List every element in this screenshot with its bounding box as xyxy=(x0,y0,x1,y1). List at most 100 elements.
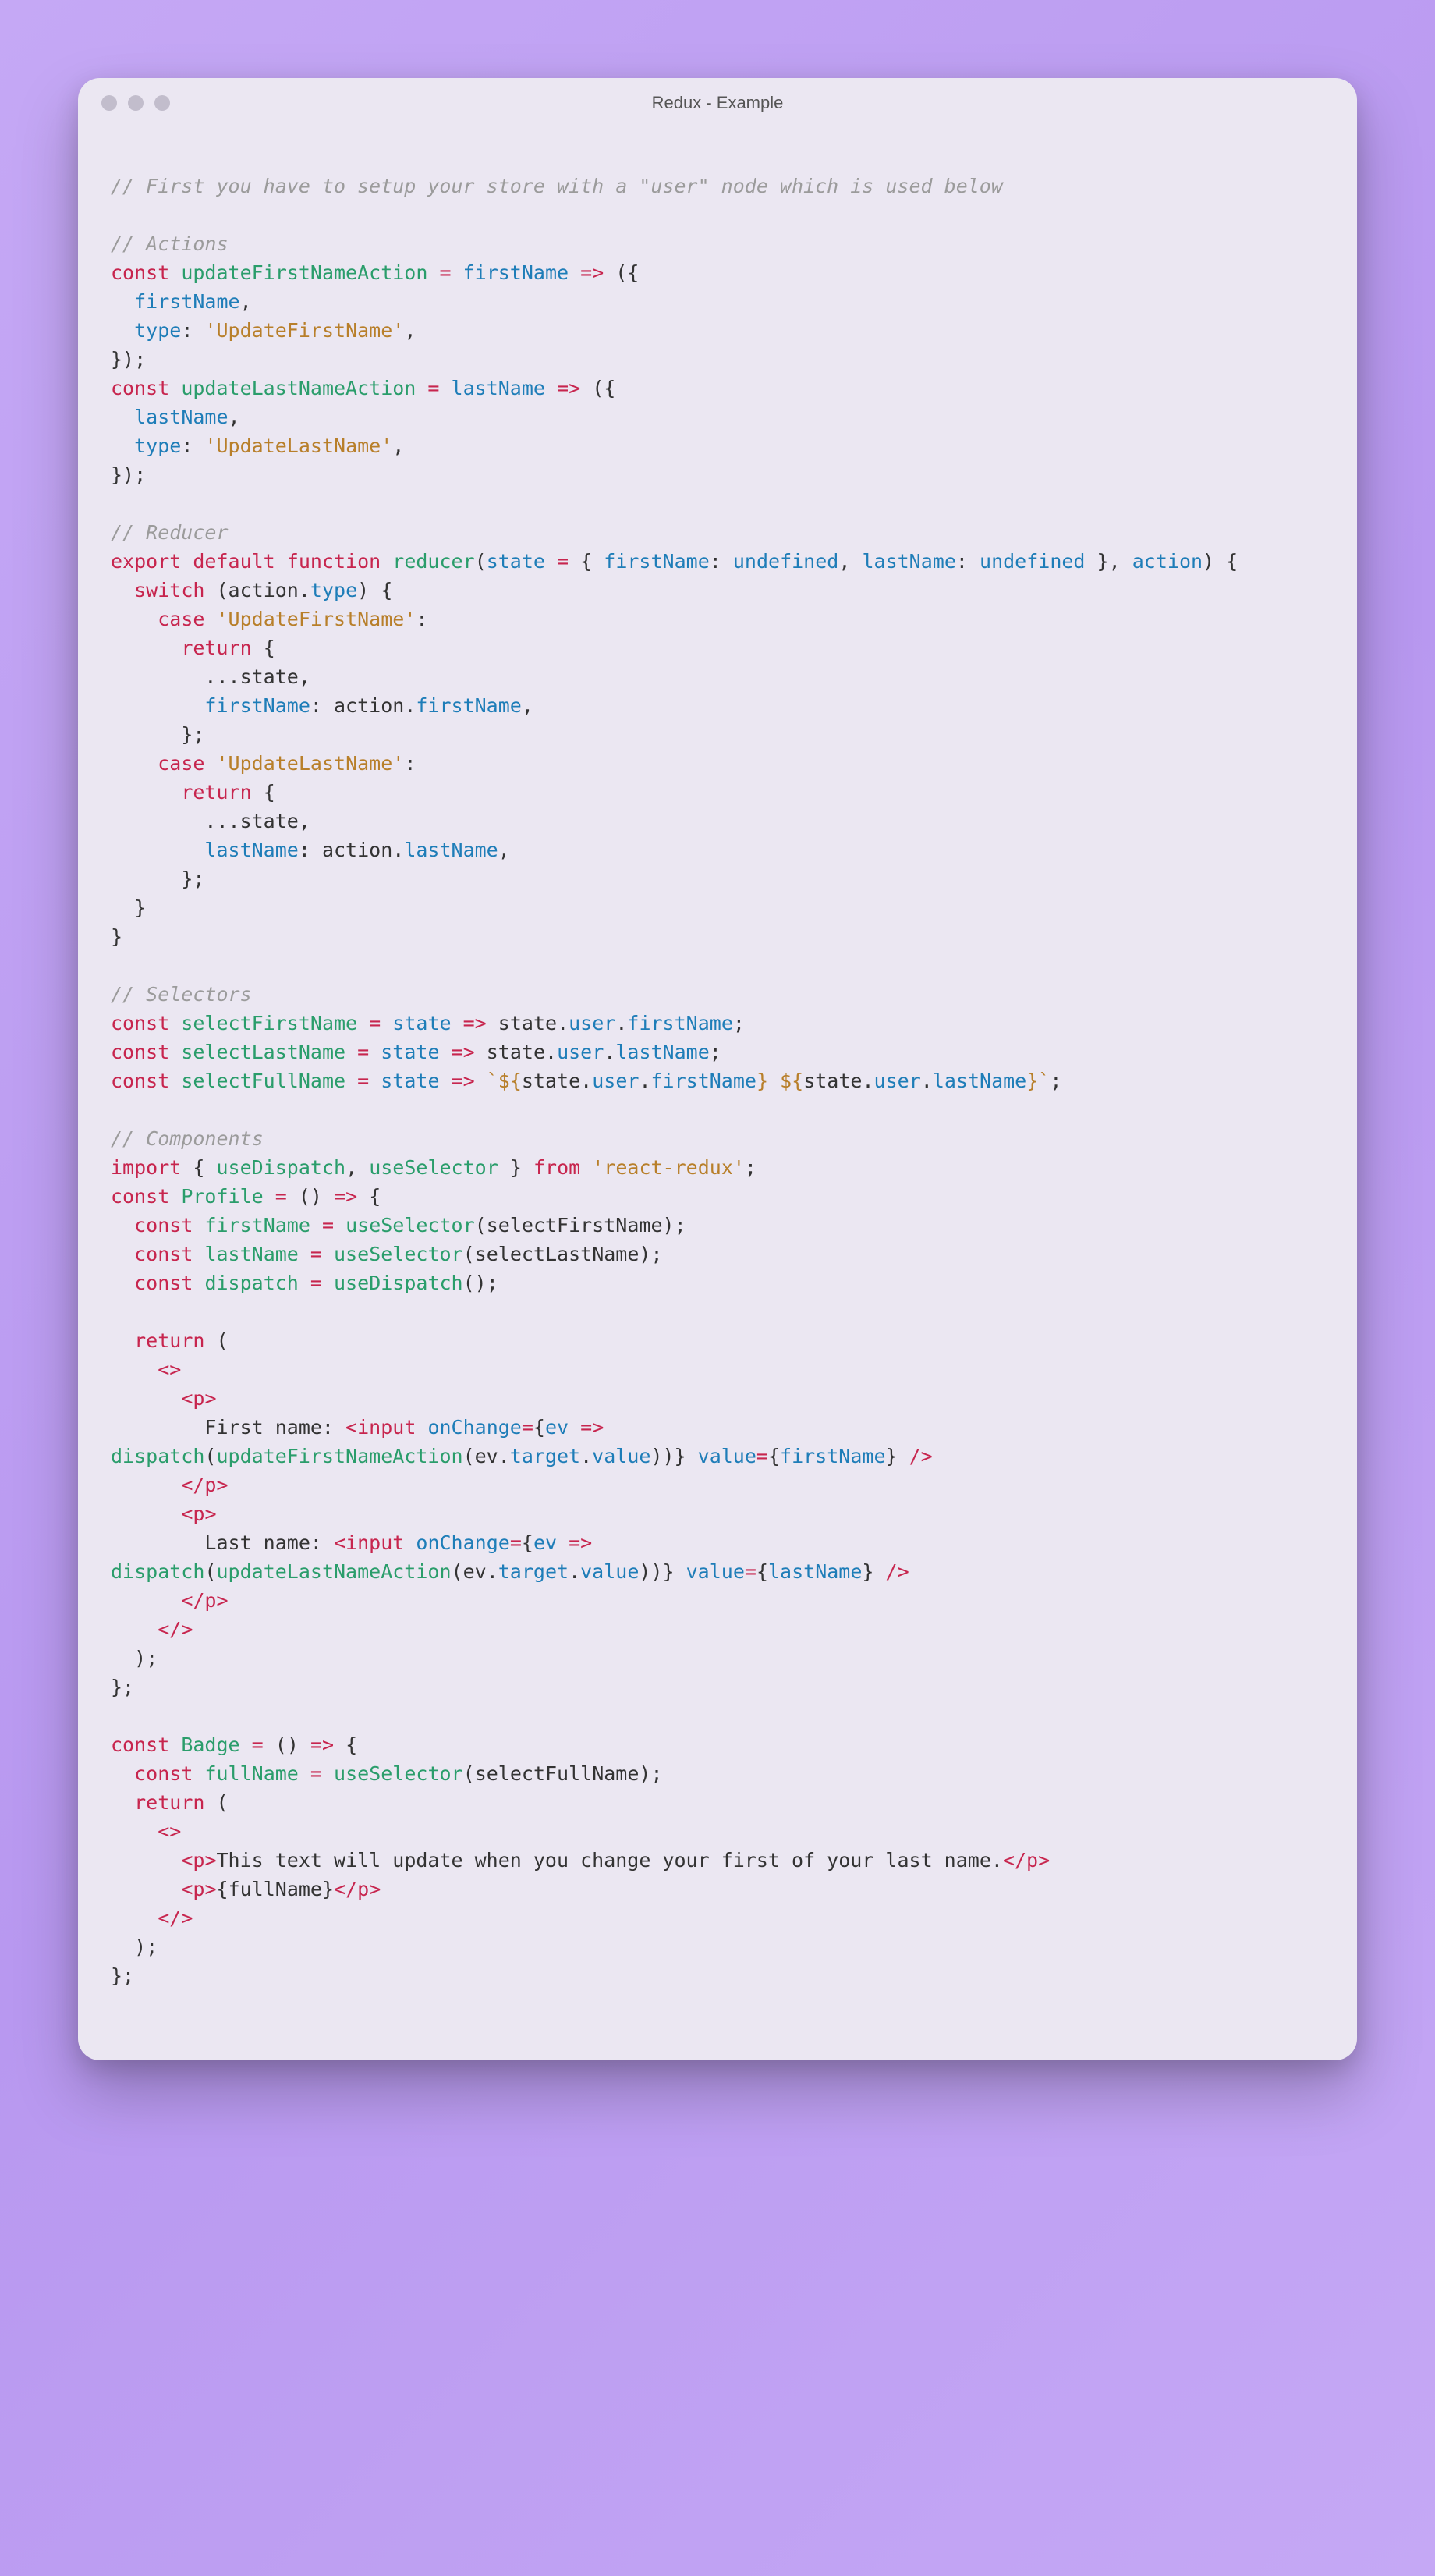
code-window: Redux - Example // First you have to set… xyxy=(78,78,1357,2060)
code-op: => xyxy=(310,1733,334,1756)
code-area: // First you have to setup your store wi… xyxy=(78,128,1357,2060)
code-punc: , xyxy=(345,1156,357,1179)
close-icon[interactable] xyxy=(101,95,117,111)
code-jsx-tag: < xyxy=(345,1416,357,1439)
code-space xyxy=(404,1531,416,1554)
code-punc: ) { xyxy=(1203,550,1238,573)
code-punc: , xyxy=(240,290,252,313)
code-param: state xyxy=(392,1012,451,1034)
code-space xyxy=(569,1416,580,1439)
code-jsx-tag: p xyxy=(204,1474,216,1496)
code-template: } xyxy=(756,1070,768,1092)
code-jsx-tag: > xyxy=(204,1503,216,1525)
code-identifier: useSelector xyxy=(369,1156,498,1179)
code-punc: : xyxy=(181,319,193,342)
code-op: = xyxy=(557,550,569,573)
code-param: state xyxy=(381,1041,439,1063)
code-jsx-tag: </> xyxy=(158,1907,193,1929)
code-keyword: switch xyxy=(134,579,204,601)
code-op: = xyxy=(369,1012,381,1034)
code-punc: : action. xyxy=(299,839,404,861)
code-jsx-tag: </> xyxy=(158,1618,193,1641)
code-prop: target xyxy=(510,1445,580,1467)
code-jsx-tag: p xyxy=(193,1503,204,1525)
code-fn: updateLastNameAction xyxy=(216,1560,451,1583)
code-fn: updateFirstNameAction xyxy=(216,1445,462,1467)
code-jsx-tag: input xyxy=(357,1416,416,1439)
code-op: => xyxy=(452,1070,475,1092)
code-prop: lastName xyxy=(404,839,498,861)
code-punc: (); xyxy=(463,1272,498,1294)
code-jsx-tag: <> xyxy=(158,1358,181,1381)
code-keyword: const xyxy=(111,1185,169,1208)
code-punc: ( xyxy=(216,1329,228,1352)
code-prop: lastName xyxy=(933,1070,1026,1092)
code-identifier: dispatch xyxy=(204,1272,298,1294)
code-punc: { xyxy=(345,1733,357,1756)
code-jsx-tag: p xyxy=(1026,1849,1038,1872)
code-punc: } xyxy=(886,1445,898,1467)
code-prop: firstName xyxy=(627,1012,732,1034)
code-punc: }; xyxy=(111,1964,134,1987)
code-punc: }); xyxy=(111,348,146,371)
code-jsx-tag: > xyxy=(204,1849,216,1872)
code-punc: ); xyxy=(639,1762,662,1785)
code-jsx-tag: > xyxy=(216,1589,228,1612)
code-keyword: const xyxy=(134,1762,193,1785)
maximize-icon[interactable] xyxy=(154,95,170,111)
code-keyword: const xyxy=(111,1041,169,1063)
code-punc: } xyxy=(510,1156,522,1179)
code-identifier: useDispatch xyxy=(217,1156,346,1179)
code-op: => xyxy=(557,377,580,399)
code-punc: . xyxy=(580,1445,592,1467)
code-keyword: return xyxy=(134,1791,204,1814)
code-ident: firstName xyxy=(780,1445,885,1467)
code-punc: ( xyxy=(475,550,487,573)
code-punc: . xyxy=(639,1070,650,1092)
code-jsx-tag: p xyxy=(193,1387,204,1410)
code-punc: }; xyxy=(111,1676,134,1698)
minimize-icon[interactable] xyxy=(128,95,144,111)
code-punc: { xyxy=(193,1156,204,1179)
code-prop: lastName xyxy=(204,839,298,861)
code-op: = xyxy=(510,1531,522,1554)
code-comment: // Reducer xyxy=(111,521,229,544)
code-op: = xyxy=(357,1070,369,1092)
code-punc: ({ xyxy=(615,261,639,284)
code-op: => xyxy=(569,1531,592,1554)
code-op: => xyxy=(463,1012,487,1034)
code-op: => xyxy=(580,1416,604,1439)
code-punc: ))} xyxy=(639,1560,674,1583)
code-space xyxy=(416,1416,427,1439)
code-string: 'react-redux' xyxy=(592,1156,745,1179)
code-string: 'UpdateLastName' xyxy=(217,752,405,775)
code-ident: ev xyxy=(463,1560,487,1583)
code-identifier: firstName xyxy=(204,1214,310,1237)
code-punc: { xyxy=(264,781,275,804)
code-keyword: const xyxy=(111,1733,169,1756)
code-keyword: const xyxy=(134,1272,193,1294)
code-identifier: Profile xyxy=(181,1185,263,1208)
code-op: => xyxy=(452,1041,475,1063)
code-ident: state xyxy=(522,1070,580,1092)
code-punc: . xyxy=(604,1041,615,1063)
code-space xyxy=(686,1445,698,1467)
code-op: = xyxy=(439,261,451,284)
code-keyword: return xyxy=(134,1329,204,1352)
code-ident: state xyxy=(498,1012,557,1034)
code-punc: } xyxy=(322,1878,334,1900)
code-punc: ) { xyxy=(357,579,392,601)
code-template: }` xyxy=(1026,1070,1050,1092)
code-keyword: const xyxy=(111,261,169,284)
code-op: => xyxy=(334,1185,357,1208)
code-op: = xyxy=(322,1214,334,1237)
code-param: lastName xyxy=(452,377,545,399)
code-param: ev xyxy=(545,1416,569,1439)
code-param: firstName xyxy=(463,261,569,284)
code-prop: target xyxy=(498,1560,569,1583)
code-space xyxy=(557,1531,569,1554)
code-identifier: lastName xyxy=(204,1243,298,1265)
code-const: undefined xyxy=(980,550,1085,573)
code-op: = xyxy=(310,1762,322,1785)
code-punc: ( xyxy=(452,1560,463,1583)
